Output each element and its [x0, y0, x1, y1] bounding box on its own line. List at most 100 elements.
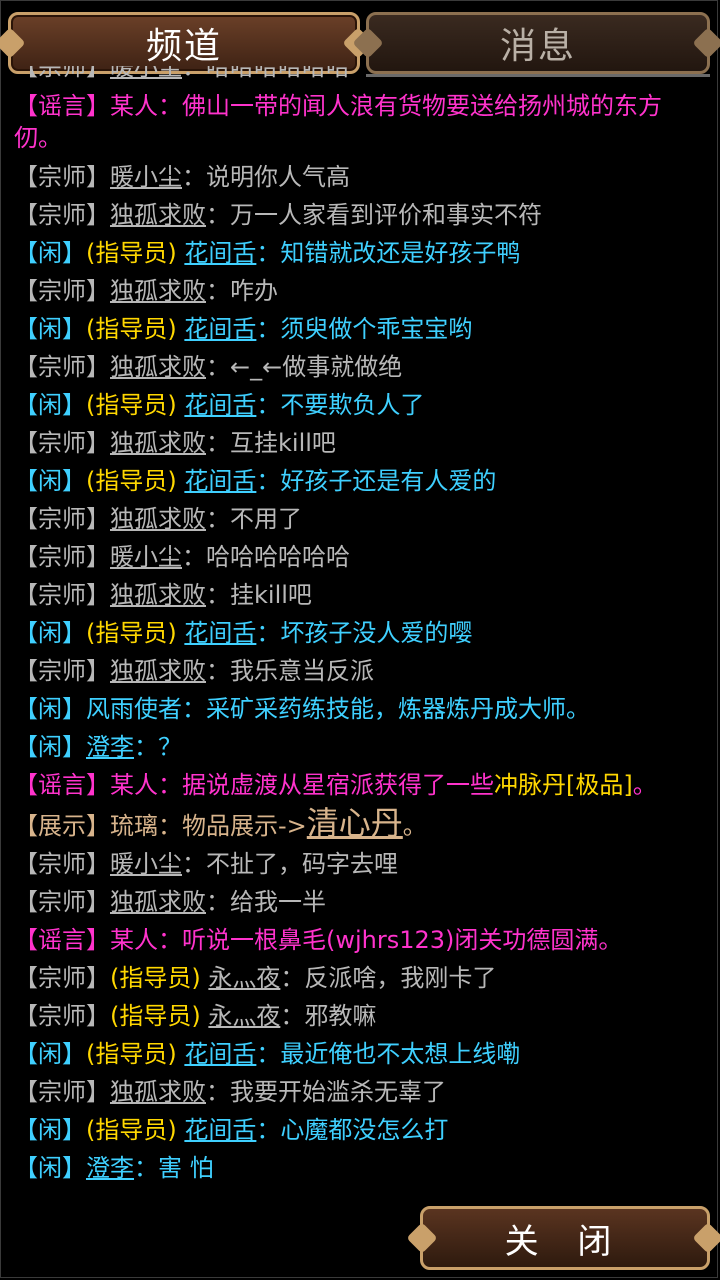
bracket-close: 】 [62, 695, 86, 723]
player-name[interactable]: 独孤求败 [110, 581, 206, 609]
channel-tag: 闲 [38, 239, 62, 267]
chat-message: 【宗师】独孤求败：←_←做事就做绝 [0, 348, 720, 386]
bracket-close: 】 [86, 657, 110, 685]
channel-tag: 闲 [38, 1040, 62, 1068]
colon: ： [206, 888, 230, 916]
player-name[interactable]: 花间舌 [184, 1040, 256, 1068]
colon: ： [206, 201, 230, 229]
bracket-close: 】 [62, 733, 86, 761]
bracket-open: 【 [14, 201, 38, 229]
guide-badge: (指导员) [86, 315, 177, 343]
chat-message: 【宗师】独孤求败：咋办 [0, 272, 720, 310]
channel-tag: 闲 [38, 1116, 62, 1144]
player-name[interactable]: 永灬夜 [208, 964, 280, 992]
tab-channel[interactable]: 频道 [0, 12, 374, 74]
chat-message: 【宗师】暖小尘：不扯了，码字去哩 [0, 845, 720, 883]
player-name[interactable]: 暖小尘 [110, 543, 182, 571]
message-text: 不扯了，码字去哩 [206, 850, 398, 878]
player-name[interactable]: 永灬夜 [208, 1002, 280, 1030]
player-name[interactable]: 独孤求败 [110, 429, 206, 457]
player-name[interactable]: 独孤求败 [110, 277, 206, 305]
chat-message: 【谣言】某人：听说一根鼻毛(wjhrs123)闭关功德圆满。 [0, 921, 720, 959]
channel-tag: 闲 [38, 467, 62, 495]
guide-badge: (指导员) [86, 1040, 177, 1068]
player-name[interactable]: 独孤求败 [110, 505, 206, 533]
channel-tag: 谣言 [38, 926, 86, 954]
bracket-close: 】 [86, 543, 110, 571]
guide-badge: (指导员) [110, 964, 201, 992]
message-text: 给我一半 [230, 888, 326, 916]
player-name[interactable]: 独孤求败 [110, 888, 206, 916]
colon: ： [256, 391, 281, 419]
colon: ： [134, 1154, 158, 1182]
tab-messages[interactable]: 消息 [352, 12, 720, 74]
bracket-close: 】 [62, 1116, 86, 1144]
player-name[interactable]: 花间舌 [184, 467, 256, 495]
message-text: 咋办 [230, 277, 278, 305]
message-tail: 。 [402, 812, 427, 840]
player-name[interactable]: 花间舌 [184, 239, 256, 267]
channel-tag: 谣言 [38, 771, 86, 799]
message-text: 不用了 [230, 505, 302, 533]
bracket-open: 【 [14, 543, 38, 571]
bracket-open: 【 [14, 812, 38, 840]
bracket-open: 【 [14, 1116, 38, 1144]
player-name[interactable]: 花间舌 [184, 391, 256, 419]
bracket-close: 】 [86, 1002, 110, 1030]
bracket-close: 】 [86, 888, 110, 916]
bracket-close: 】 [86, 505, 110, 533]
channel-tag: 宗师 [38, 1002, 86, 1030]
colon: ： [206, 1078, 230, 1106]
chat-message: 【宗师】暖小尘：哈哈哈哈哈哈 [0, 538, 720, 576]
channel-tag: 宗师 [38, 353, 86, 381]
colon: ： [182, 66, 206, 81]
player-name[interactable]: 花间舌 [184, 1116, 256, 1144]
chat-message: 【闲】(指导员) 花间舌：最近俺也不太想上线嘞 [0, 1035, 720, 1073]
chat-message: 【谣言】某人：据说虚渡从星宿派获得了一些冲脉丹[极品]。 [0, 766, 720, 804]
player-name[interactable]: 澄李 [86, 1154, 134, 1182]
chat-message: 【宗师】独孤求败：万一人家看到评价和事实不符 [0, 196, 720, 234]
player-name[interactable]: 花间舌 [184, 619, 256, 647]
player-name[interactable]: 独孤求败 [110, 353, 206, 381]
bracket-close: 】 [62, 1040, 86, 1068]
chat-message: 【宗师】独孤求败：挂kill吧 [0, 576, 720, 614]
channel-tag: 闲 [38, 1154, 62, 1182]
colon: ： [206, 657, 230, 685]
player-name[interactable]: 暖小尘 [110, 163, 182, 191]
bracket-open: 【 [14, 277, 38, 305]
colon: ： [256, 619, 281, 647]
bracket-open: 【 [14, 391, 38, 419]
channel-tag: 宗师 [38, 66, 86, 81]
close-button-label: 关 闭 [504, 1221, 626, 1262]
chat-message: 【闲】澄李：？ [0, 728, 720, 766]
channel-tag: 闲 [38, 391, 62, 419]
message-text: ←_←做事就做绝 [230, 353, 403, 381]
player-name[interactable]: 花间舌 [184, 315, 256, 343]
bracket-open: 【 [14, 353, 38, 381]
bracket-open: 【 [14, 163, 38, 191]
message-text: 须臾做个乖宝宝哟 [280, 315, 473, 343]
player-name[interactable]: 独孤求败 [110, 657, 206, 685]
message-text: 万一人家看到评价和事实不符 [230, 201, 542, 229]
bracket-open: 【 [14, 771, 38, 799]
colon: ： [134, 733, 158, 761]
channel-tag: 宗师 [38, 888, 86, 916]
message-text: 知错就改还是好孩子鸭 [280, 239, 521, 267]
player-name[interactable]: 澄李 [86, 733, 134, 761]
chat-list[interactable]: 【宗师】暖小尘：哈哈哈哈哈哈 【谣言】某人：佛山一带的闻人浪有货物要送给扬州城的… [0, 66, 720, 1196]
bracket-close: 】 [62, 1154, 86, 1182]
player-name[interactable]: 独孤求败 [110, 1078, 206, 1106]
colon: ： [206, 429, 230, 457]
channel-tag: 谣言 [38, 92, 86, 120]
player-name[interactable]: 暖小尘 [110, 66, 182, 81]
player-name[interactable]: 独孤求败 [110, 201, 206, 229]
bracket-close: 】 [86, 926, 110, 954]
bracket-close: 】 [86, 771, 110, 799]
message-text: 哈哈哈哈哈哈 [206, 543, 350, 571]
colon: ： [182, 163, 206, 191]
item-link[interactable]: 清心丹 [307, 804, 403, 842]
close-button[interactable]: 关 闭 [406, 1206, 720, 1270]
colon: ： [280, 1002, 305, 1030]
bracket-close: 】 [86, 66, 110, 81]
player-name[interactable]: 暖小尘 [110, 850, 182, 878]
